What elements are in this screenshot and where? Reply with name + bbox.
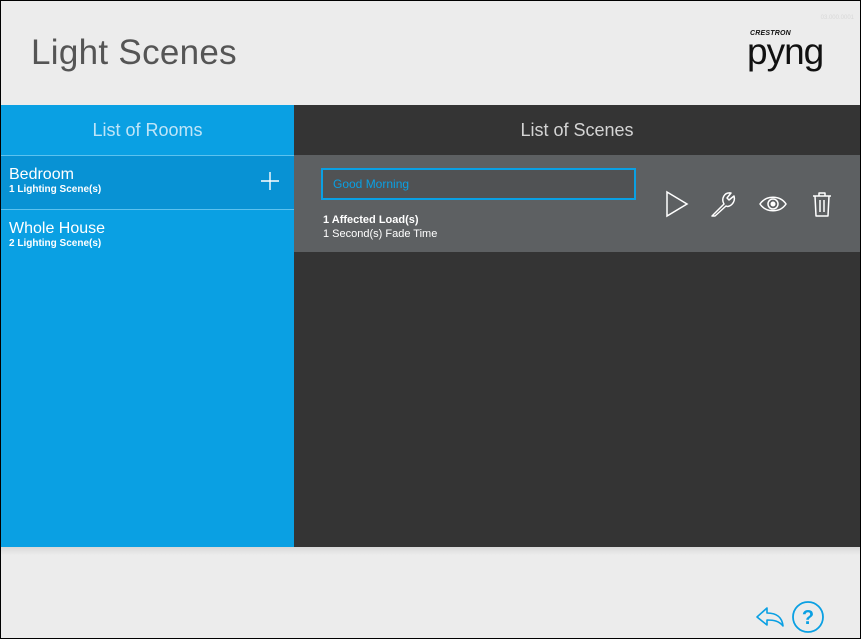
room-name: Whole House bbox=[9, 220, 106, 237]
brand-logo: pyng bbox=[747, 31, 824, 72]
room-scene-count: 1 Lighting Scene(s) bbox=[9, 184, 102, 195]
scene-info: 1 Affected Load(s) 1 Second(s) Fade Time bbox=[323, 213, 437, 241]
rooms-heading: List of Rooms bbox=[92, 120, 203, 140]
back-arrow-icon[interactable] bbox=[755, 604, 785, 630]
scene-name-input[interactable] bbox=[321, 168, 636, 200]
eye-icon[interactable] bbox=[758, 189, 788, 219]
affected-loads: 1 Affected Load(s) bbox=[323, 214, 419, 226]
room-name: Bedroom bbox=[9, 166, 74, 183]
app-frame: Light Scenes CRESTRON pyng 03.000.0001 L… bbox=[0, 0, 861, 639]
room-item-bedroom[interactable]: Bedroom 1 Lighting Scene(s) bbox=[1, 155, 294, 209]
rooms-panel: List of Rooms Bedroom 1 Lighting Scene(s… bbox=[1, 105, 294, 547]
header: Light Scenes CRESTRON pyng 03.000.0001 bbox=[1, 1, 860, 105]
wrench-icon[interactable] bbox=[708, 189, 738, 219]
help-icon[interactable]: ? bbox=[791, 600, 825, 634]
plus-icon[interactable] bbox=[260, 171, 280, 191]
room-item-whole-house[interactable]: Whole House 2 Lighting Scene(s) bbox=[1, 209, 294, 263]
scenes-panel: List of Scenes 1 Affected Load(s) 1 Seco… bbox=[294, 105, 860, 547]
scene-card: 1 Affected Load(s) 1 Second(s) Fade Time bbox=[294, 155, 860, 252]
version-label: 03.000.0001 bbox=[820, 15, 854, 21]
play-icon[interactable] bbox=[661, 189, 691, 219]
footer: ? bbox=[1, 547, 860, 638]
page-title: Light Scenes bbox=[31, 33, 237, 72]
svg-text:?: ? bbox=[802, 607, 814, 629]
scenes-heading: List of Scenes bbox=[520, 120, 634, 140]
trash-icon[interactable] bbox=[807, 189, 837, 219]
fade-time: 1 Second(s) Fade Time bbox=[323, 228, 438, 240]
room-scene-count: 2 Lighting Scene(s) bbox=[9, 238, 102, 249]
